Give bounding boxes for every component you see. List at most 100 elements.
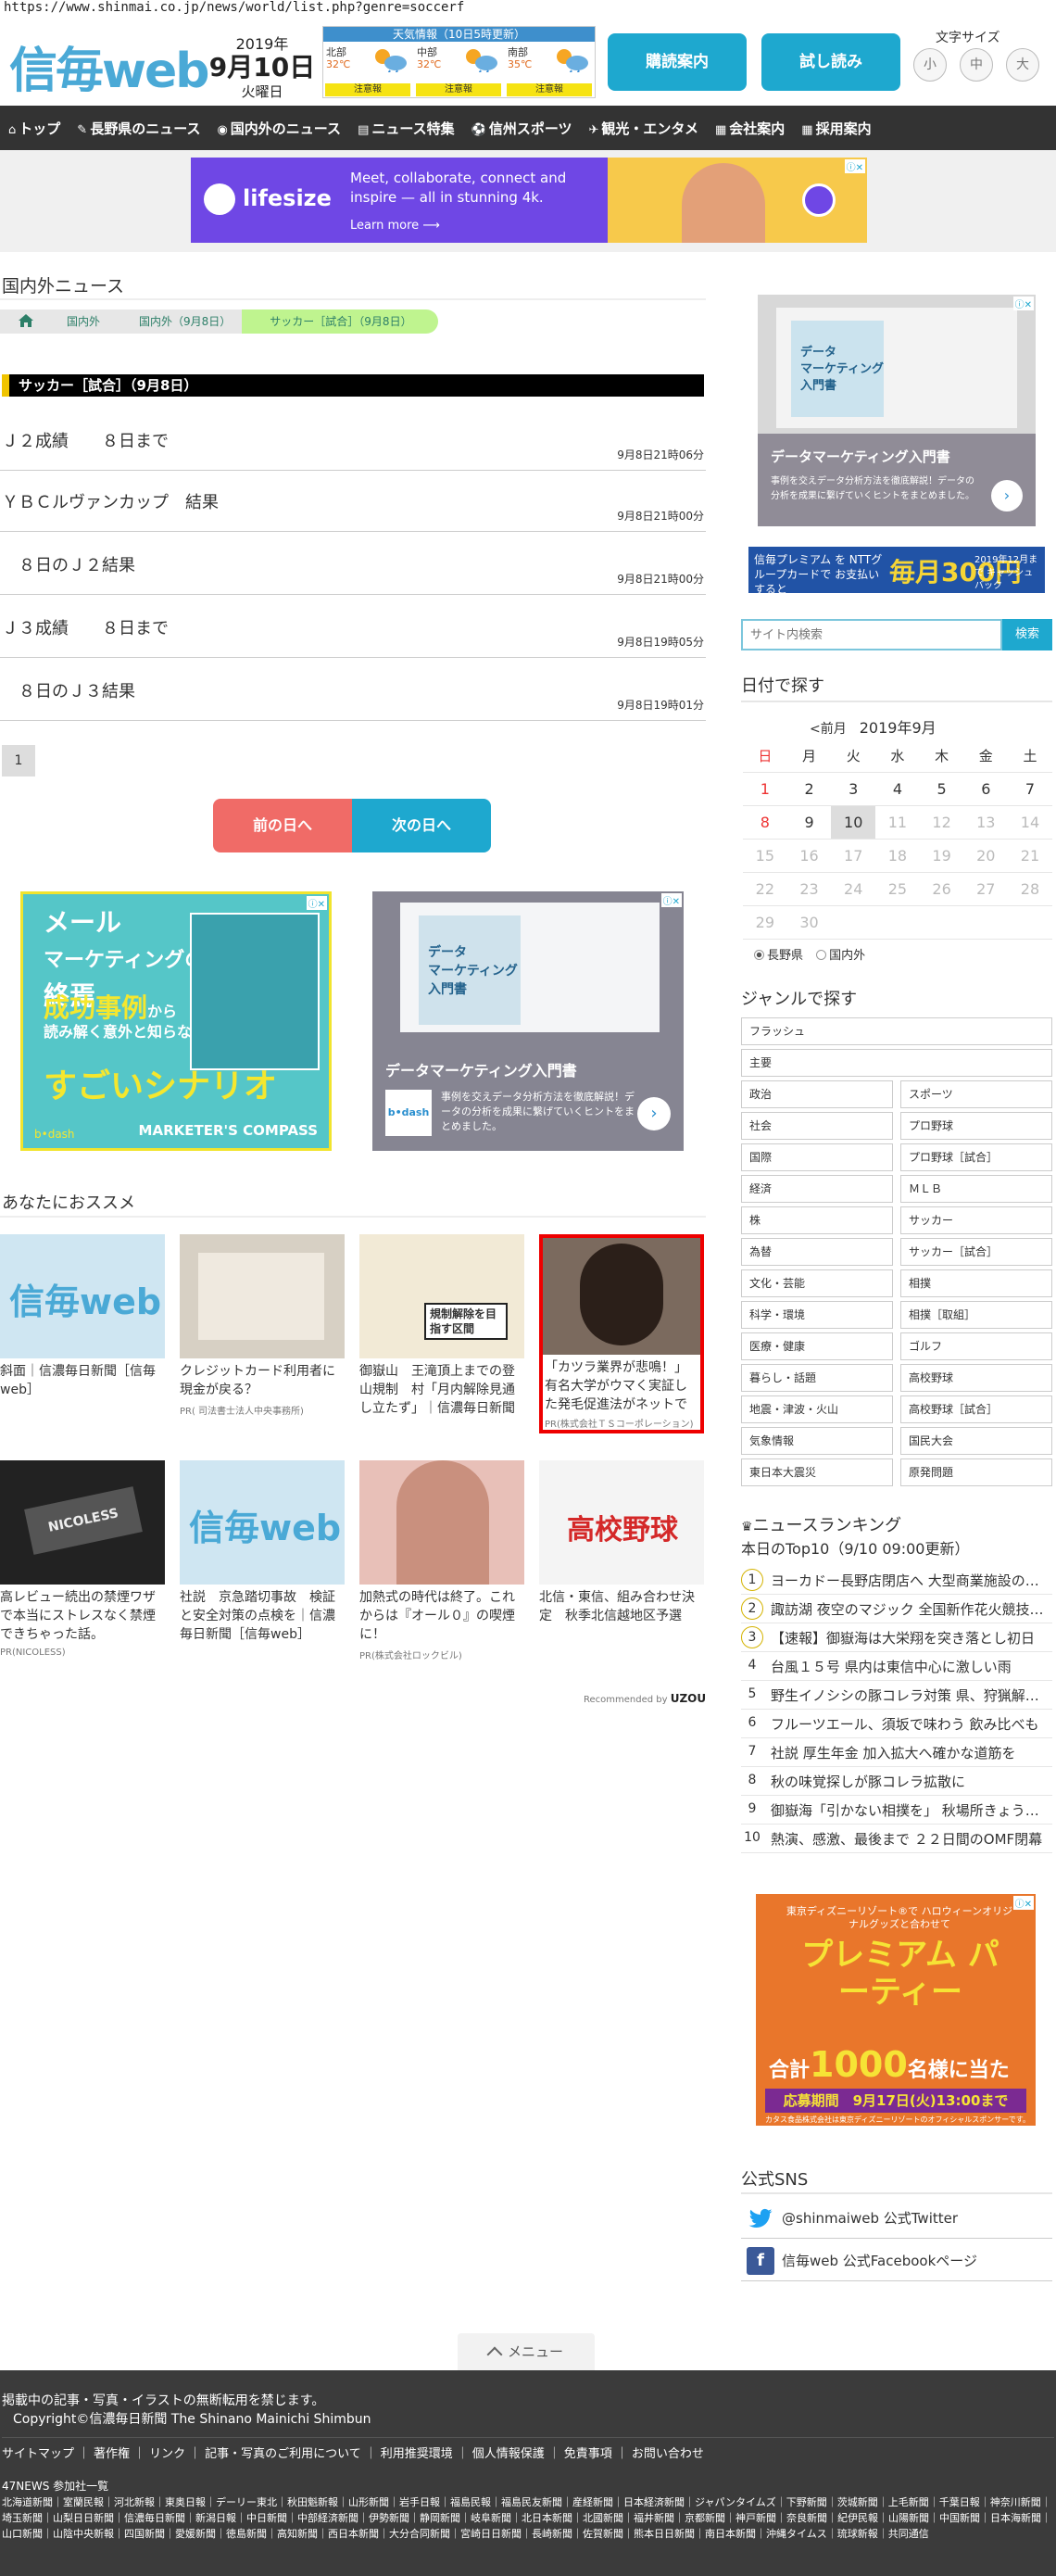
ranking-item[interactable]: 2 諏訪湖 夜空のマジック 全国新作花火競技大会 [741, 1595, 1052, 1623]
news-row[interactable]: ＹＢＣルヴァンカップ 結果 9月8日21時00分 [0, 471, 706, 532]
breadcrumb-world-date[interactable]: 国内外（9月8日） [111, 309, 258, 334]
genre-item[interactable]: 社会 [741, 1112, 893, 1140]
genre-item[interactable]: 暮らし・話題 [741, 1364, 893, 1392]
genre-item[interactable]: フラッシュ [741, 1017, 1052, 1045]
ranking-item[interactable]: 10 熱演、感激、最後まで ２２日間のOMF閉幕 [741, 1825, 1052, 1853]
news-title[interactable]: ８日のＪ２結果 [2, 552, 135, 576]
news-row[interactable]: ８日のＪ３結果 9月8日19時01分 [0, 660, 706, 721]
recommend-caption[interactable]: 北信・東信、組み合わせ決定 秋季北信越地区予選 [539, 1588, 704, 1625]
recommend-caption[interactable]: 高レビュー続出の禁煙ワザで本当にストレスなく禁煙できちゃった話。 [0, 1588, 165, 1644]
genre-item[interactable]: スポーツ [900, 1080, 1052, 1108]
ranking-title[interactable]: 台風１５号 県内は東信中心に激しい雨 [771, 1657, 1049, 1676]
calendar-prev-month[interactable]: <前月 [810, 722, 847, 737]
recommend-item[interactable]: 「カツラ業界が悲鳴！」有名大学がウマく実証した発毛促進法がネットで話題 PR(株… [539, 1234, 704, 1433]
prev-day-button[interactable]: 前の日へ [213, 799, 352, 852]
site-logo[interactable]: 信毎web [9, 32, 210, 101]
disney-party-ad[interactable]: 東京ディズニーリゾート®で ハロウィーンオリジナルグッズと合わせて プレミアム … [756, 1894, 1036, 2126]
calendar-day[interactable]: 2 [787, 773, 832, 805]
ranking-item[interactable]: 8 秋の味覚探しが豚コレラ拡散に [741, 1767, 1052, 1796]
marketers-compass-ad[interactable]: メール マーケティングの 終焉 成功事例から 読み解く意外と知らない すごいシナリオ … [20, 891, 332, 1151]
ad-close-icon[interactable]: ⓘ✕ [1012, 297, 1034, 310]
nav-sports[interactable]: ⚽ 信州スポーツ [463, 119, 581, 138]
footer-link[interactable]: 個人情報保護 [472, 2447, 545, 2461]
genre-item[interactable]: 医療・健康 [741, 1332, 893, 1360]
news-title[interactable]: Ｊ３成績 ８日まで [2, 615, 169, 639]
nav-top[interactable]: ⌂ トップ [0, 119, 69, 138]
news-title[interactable]: Ｊ２成績 ８日まで [2, 428, 169, 452]
lifesize-banner-ad[interactable]: lifesize Meet, collaborate, connect and … [191, 158, 867, 243]
ranking-item[interactable]: 9 御嶽海「引かない相撲を」 秋場所きょう初日 [741, 1796, 1052, 1825]
genre-item[interactable]: 国民大会 [900, 1427, 1052, 1455]
ranking-item[interactable]: 5 野生イノシシの豚コレラ対策 県、狩猟解禁へ [741, 1681, 1052, 1710]
genre-item[interactable]: 東日本大震災 [741, 1458, 893, 1486]
twitter-link[interactable]: @shinmaiweb 公式Twitter [741, 2198, 1052, 2239]
search-button[interactable]: 検索 [1002, 619, 1052, 650]
ranking-item[interactable]: 7 社説 厚生年金 加入拡大へ確かな道筋を [741, 1738, 1052, 1767]
nav-recruit[interactable]: ▦ 採用案内 [793, 119, 879, 138]
recommend-caption[interactable]: クレジットカード利用者に現金が戻る？ [180, 1362, 345, 1399]
radio-nagano[interactable]: 長野県 [754, 949, 803, 963]
ranking-item[interactable]: 3 【速報】御嶽海は大栄翔を突き落とし初日 [741, 1623, 1052, 1652]
recommend-item[interactable]: 高校野球 北信・東信、組み合わせ決定 秋季北信越地区予選 [539, 1460, 704, 1625]
genre-item[interactable]: 主要 [741, 1049, 1052, 1077]
ranking-title[interactable]: 【速報】御嶽海は大栄翔を突き落とし初日 [771, 1628, 1049, 1648]
genre-item[interactable]: サッカー［試合］ [900, 1238, 1052, 1266]
chevron-right-icon[interactable]: › [991, 480, 1023, 511]
genre-item[interactable]: 地震・津波・火山 [741, 1395, 893, 1423]
genre-item[interactable]: 高校野球［試合］ [900, 1395, 1052, 1423]
footer-link[interactable]: 記事・写真のご利用について [205, 2447, 361, 2461]
menu-toggle-button[interactable]: メニュー [458, 2333, 595, 2370]
recommend-item[interactable]: 規制解除を目指す区間 御嶽山 王滝頂上までの登山規制 村「月内解除見通し立たず」… [359, 1234, 524, 1418]
ranking-title[interactable]: ヨーカドー長野店閉店へ 大型商業施設の撤退続く [771, 1571, 1049, 1590]
weather-panel[interactable]: 天気情報（10日5時更新） 北部 32℃ 注意報 中部 32℃ 注意報 南部 3… [322, 26, 596, 98]
ranking-item[interactable]: 4 台風１５号 県内は東信中心に激しい雨 [741, 1652, 1052, 1681]
font-size-large-button[interactable]: 大 [1006, 48, 1039, 82]
genre-item[interactable]: 相撲［取組］ [900, 1301, 1052, 1329]
recommend-caption[interactable]: 「カツラ業界が悲鳴！」有名大学がウマく実証した発毛促進法がネットで話題 [543, 1358, 700, 1414]
footer-link[interactable]: 利用推奨環境 [381, 2447, 453, 2461]
calendar-day[interactable]: 6 [963, 773, 1008, 805]
ranking-title[interactable]: 野生イノシシの豚コレラ対策 県、狩猟解禁へ [771, 1686, 1049, 1705]
news-title[interactable]: ８日のＪ３結果 [2, 678, 135, 702]
calendar-day[interactable]: 1 [743, 773, 787, 805]
recommended-by[interactable]: Recommended by UZOU [584, 1692, 706, 1705]
recommend-item[interactable]: クレジットカード利用者に現金が戻る？ PR( 司法書士法人中央事務所) [180, 1234, 345, 1417]
ranking-title[interactable]: 御嶽海「引かない相撲を」 秋場所きょう初日 [771, 1800, 1049, 1820]
subscribe-button[interactable]: 購読案内 [608, 33, 747, 91]
genre-item[interactable]: 為替 [741, 1238, 893, 1266]
recommend-item[interactable]: NICOLESS 高レビュー続出の禁煙ワザで本当にストレスなく禁煙できちゃった話… [0, 1460, 165, 1658]
ranking-item[interactable]: 1 ヨーカドー長野店閉店へ 大型商業施設の撤退続く [741, 1566, 1052, 1595]
calendar-day[interactable]: 10 [831, 806, 876, 839]
footer-link[interactable]: 免責事項 [564, 2447, 612, 2461]
nav-features[interactable]: ▤ ニュース特集 [349, 119, 463, 138]
news-title[interactable]: ＹＢＣルヴァンカップ 結果 [2, 489, 219, 513]
ranking-title[interactable]: 社説 厚生年金 加入拡大へ確かな道筋を [771, 1743, 1049, 1762]
ranking-item[interactable]: 6 フルーツエール、須坂で味わう 飲み比べも [741, 1710, 1052, 1738]
genre-item[interactable]: 株 [741, 1206, 893, 1234]
facebook-link[interactable]: f 信毎web 公式Facebookページ [741, 2241, 1052, 2281]
calendar-day[interactable]: 9 [787, 806, 832, 839]
next-day-button[interactable]: 次の日へ [352, 799, 491, 852]
genre-item[interactable]: 国際 [741, 1143, 893, 1171]
address-bar[interactable]: https://www.shinmai.co.jp/news/world/lis… [4, 0, 464, 15]
font-size-small-button[interactable]: 小 [913, 48, 947, 82]
ad-close-icon[interactable]: ⓘ✕ [660, 893, 682, 907]
genre-item[interactable]: 高校野球 [900, 1364, 1052, 1392]
nav-world-news[interactable]: ◉ 国内外のニュース [208, 119, 349, 138]
radio-world[interactable]: 国内外 [816, 949, 865, 963]
recommend-caption[interactable]: 社説 京急踏切事故 検証と安全対策の点検を｜信濃毎日新聞［信毎web］ [180, 1588, 345, 1644]
genre-item[interactable]: 文化・芸能 [741, 1269, 893, 1297]
genre-item[interactable]: プロ野球 [900, 1112, 1052, 1140]
banner-learn-more[interactable]: Learn more ⟶ [350, 219, 440, 233]
genre-item[interactable]: 政治 [741, 1080, 893, 1108]
genre-item[interactable]: 経済 [741, 1175, 893, 1203]
nav-nagano-news[interactable]: ✎ 長野県のニュース [69, 119, 208, 138]
news-row[interactable]: ８日のＪ２結果 9月8日21時00分 [0, 534, 706, 595]
ranking-title[interactable]: 秋の味覚探しが豚コレラ拡散に [771, 1772, 1049, 1791]
ad-close-icon[interactable]: ⓘ✕ [1012, 1896, 1034, 1910]
genre-item[interactable]: サッカー [900, 1206, 1052, 1234]
calendar-day[interactable]: 8 [743, 806, 787, 839]
genre-item[interactable]: プロ野球［試合］ [900, 1143, 1052, 1171]
genre-item[interactable]: 原発問題 [900, 1458, 1052, 1486]
premium-banner-ad[interactable]: 信毎プレミアム を NTTグループカードで お支払いすると 毎月300円 201… [748, 547, 1045, 596]
